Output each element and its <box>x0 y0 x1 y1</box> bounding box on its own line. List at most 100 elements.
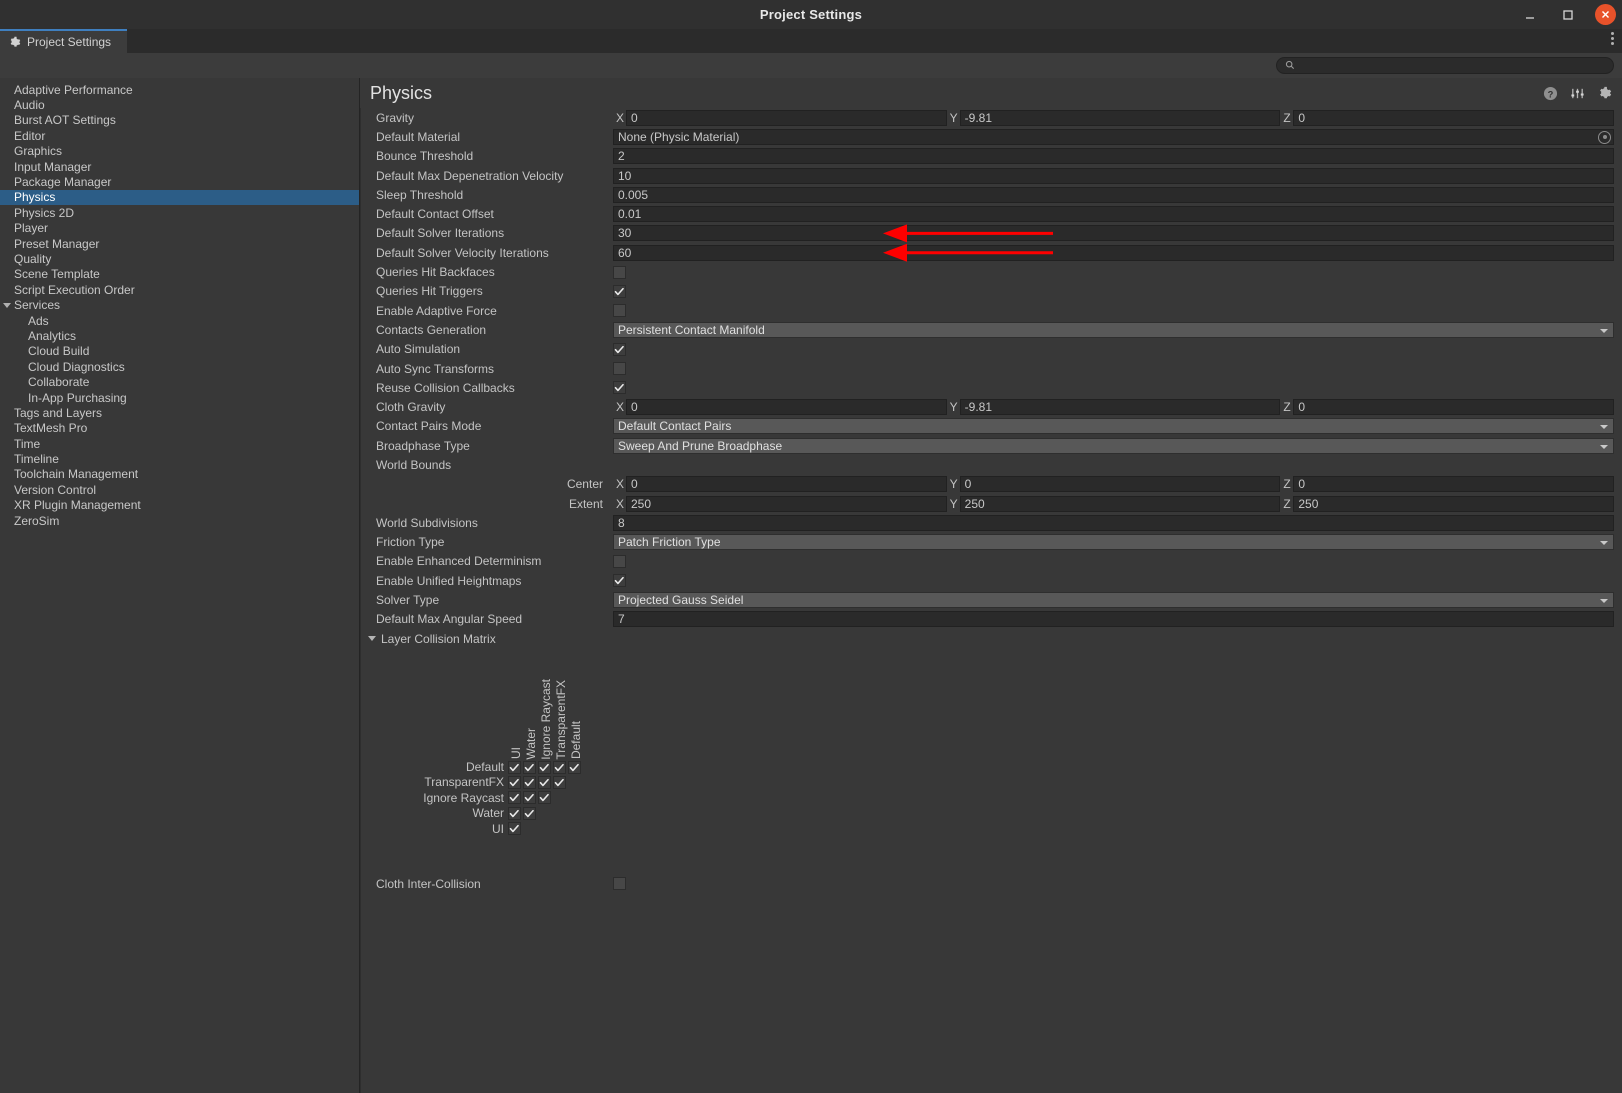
row-label: Queries Hit Triggers <box>368 284 613 298</box>
sidebar-item-package-manager[interactable]: Package Manager <box>0 174 359 189</box>
dropdown-contacts-generation[interactable]: Persistent Contact Manifold <box>613 322 1614 338</box>
search-input[interactable] <box>1300 60 1605 72</box>
matrix-checkbox-default-water[interactable] <box>523 761 536 774</box>
sidebar-item-xr-plugin-management[interactable]: XR Plugin Management <box>0 498 359 513</box>
input-extent-y[interactable]: 250 <box>960 496 1281 512</box>
input-cloth-gravity-y[interactable]: -9.81 <box>960 399 1281 415</box>
dropdown-friction-type[interactable]: Patch Friction Type <box>613 534 1614 550</box>
dropdown-solver-type[interactable]: Projected Gauss Seidel <box>613 592 1614 608</box>
preset-icon[interactable] <box>1570 86 1585 101</box>
checkbox-queries-hit-triggers[interactable] <box>613 285 626 298</box>
sidebar-item-tags-and-layers[interactable]: Tags and Layers <box>0 405 359 420</box>
sidebar-item-zerosim[interactable]: ZeroSim <box>0 513 359 528</box>
row-world-bounds: World Bounds <box>368 455 1622 474</box>
matrix-checkbox-ui-ui[interactable] <box>508 822 521 835</box>
sidebar-item-adaptive-performance[interactable]: Adaptive Performance <box>0 82 359 97</box>
help-icon[interactable]: ? <box>1543 86 1558 101</box>
matrix-checkbox-water-water[interactable] <box>523 807 536 820</box>
dropdown-contact-pairs-mode[interactable]: Default Contact Pairs <box>613 418 1614 434</box>
sidebar-item-scene-template[interactable]: Scene Template <box>0 267 359 282</box>
maximize-button[interactable] <box>1557 4 1579 26</box>
input-center-x[interactable]: 0 <box>626 476 947 492</box>
settings-gear-icon[interactable] <box>1597 86 1612 101</box>
sidebar-item-editor[interactable]: Editor <box>0 128 359 143</box>
sidebar-item-script-execution-order[interactable]: Script Execution Order <box>0 282 359 297</box>
checkbox-enable-unified-heightmaps[interactable] <box>613 574 626 587</box>
row-bounce-threshold: Bounce Threshold2 <box>368 147 1622 166</box>
matrix-checkbox-ignore-raycast-ignore-raycast[interactable] <box>538 791 551 804</box>
checkbox-reuse-collision-callbacks[interactable] <box>613 381 626 394</box>
tab-project-settings[interactable]: Project Settings <box>0 29 127 53</box>
chevron-down-icon <box>1600 445 1608 449</box>
input-cloth-gravity-z[interactable]: 0 <box>1293 399 1614 415</box>
matrix-row: TransparentFX <box>368 775 1622 790</box>
sidebar-item-audio[interactable]: Audio <box>0 97 359 112</box>
close-button[interactable] <box>1595 4 1616 25</box>
row-label: Broadphase Type <box>368 439 613 453</box>
sidebar-item-cloud-diagnostics[interactable]: Cloud Diagnostics <box>0 359 359 374</box>
input-default-max-angular-speed[interactable]: 7 <box>613 611 1614 627</box>
sidebar-item-physics-2d[interactable]: Physics 2D <box>0 205 359 220</box>
layer-collision-matrix-foldout[interactable]: Layer Collision Matrix <box>360 629 1622 648</box>
input-default-contact-offset[interactable]: 0.01 <box>613 206 1614 222</box>
input-default-solver-velocity-iterations[interactable]: 60 <box>613 245 1614 261</box>
input-center-y[interactable]: 0 <box>960 476 1281 492</box>
sidebar-item-physics[interactable]: Physics <box>0 190 359 205</box>
overflow-menu-button[interactable] <box>1611 32 1614 45</box>
checkbox-enable-adaptive-force[interactable] <box>613 304 626 317</box>
object-field-default-material[interactable]: None (Physic Material) <box>613 129 1614 145</box>
sidebar-item-label: Input Manager <box>14 160 91 174</box>
sidebar-item-burst-aot-settings[interactable]: Burst AOT Settings <box>0 113 359 128</box>
sidebar-item-textmesh-pro[interactable]: TextMesh Pro <box>0 421 359 436</box>
matrix-checkbox-water-ui[interactable] <box>508 807 521 820</box>
matrix-checkbox-default-default[interactable] <box>568 761 581 774</box>
sidebar-item-cloud-build[interactable]: Cloud Build <box>0 344 359 359</box>
matrix-checkbox-ignore-raycast-water[interactable] <box>523 791 536 804</box>
matrix-checkbox-transparentfx-ignore-raycast[interactable] <box>538 776 551 789</box>
checkbox-cloth-inter-collision[interactable] <box>613 877 626 890</box>
sidebar-item-input-manager[interactable]: Input Manager <box>0 159 359 174</box>
input-extent-x[interactable]: 250 <box>626 496 947 512</box>
input-gravity-x[interactable]: 0 <box>626 110 947 126</box>
input-center-z[interactable]: 0 <box>1293 476 1614 492</box>
checkbox-auto-sync-transforms[interactable] <box>613 362 626 375</box>
checkbox-enable-enhanced-determinism[interactable] <box>613 555 626 568</box>
sidebar-item-collaborate[interactable]: Collaborate <box>0 374 359 389</box>
sidebar-item-label: Quality <box>14 252 51 266</box>
sidebar-item-version-control[interactable]: Version Control <box>0 482 359 497</box>
sidebar-item-analytics[interactable]: Analytics <box>0 328 359 343</box>
object-picker-icon[interactable] <box>1598 131 1611 144</box>
sidebar-item-toolchain-management[interactable]: Toolchain Management <box>0 467 359 482</box>
input-world-subdivisions[interactable]: 8 <box>613 515 1614 531</box>
sidebar-item-time[interactable]: Time <box>0 436 359 451</box>
sidebar-item-services[interactable]: Services <box>0 297 359 312</box>
matrix-checkbox-default-transparentfx[interactable] <box>553 761 566 774</box>
chevron-down-icon[interactable] <box>3 303 11 308</box>
sidebar-item-in-app-purchasing[interactable]: In-App Purchasing <box>0 390 359 405</box>
input-default-solver-iterations[interactable]: 30 <box>613 225 1614 241</box>
checkbox-queries-hit-backfaces[interactable] <box>613 266 626 279</box>
input-extent-z[interactable]: 250 <box>1293 496 1614 512</box>
sidebar-item-graphics[interactable]: Graphics <box>0 144 359 159</box>
input-bounce-threshold[interactable]: 2 <box>613 148 1614 164</box>
matrix-checkbox-transparentfx-transparentfx[interactable] <box>553 776 566 789</box>
search-box[interactable] <box>1276 57 1614 74</box>
sidebar-item-ads[interactable]: Ads <box>0 313 359 328</box>
input-sleep-threshold[interactable]: 0.005 <box>613 187 1614 203</box>
sidebar-item-timeline[interactable]: Timeline <box>0 451 359 466</box>
matrix-checkbox-default-ui[interactable] <box>508 761 521 774</box>
input-default-max-depenetration-velocity[interactable]: 10 <box>613 168 1614 184</box>
input-gravity-z[interactable]: 0 <box>1293 110 1614 126</box>
matrix-checkbox-transparentfx-ui[interactable] <box>508 776 521 789</box>
input-gravity-y[interactable]: -9.81 <box>960 110 1281 126</box>
dropdown-broadphase-type[interactable]: Sweep And Prune Broadphase <box>613 438 1614 454</box>
sidebar-item-player[interactable]: Player <box>0 221 359 236</box>
matrix-checkbox-default-ignore-raycast[interactable] <box>538 761 551 774</box>
sidebar-item-preset-manager[interactable]: Preset Manager <box>0 236 359 251</box>
input-cloth-gravity-x[interactable]: 0 <box>626 399 947 415</box>
minimize-button[interactable] <box>1519 4 1541 26</box>
checkbox-auto-simulation[interactable] <box>613 343 626 356</box>
matrix-checkbox-ignore-raycast-ui[interactable] <box>508 791 521 804</box>
sidebar-item-quality[interactable]: Quality <box>0 251 359 266</box>
matrix-checkbox-transparentfx-water[interactable] <box>523 776 536 789</box>
